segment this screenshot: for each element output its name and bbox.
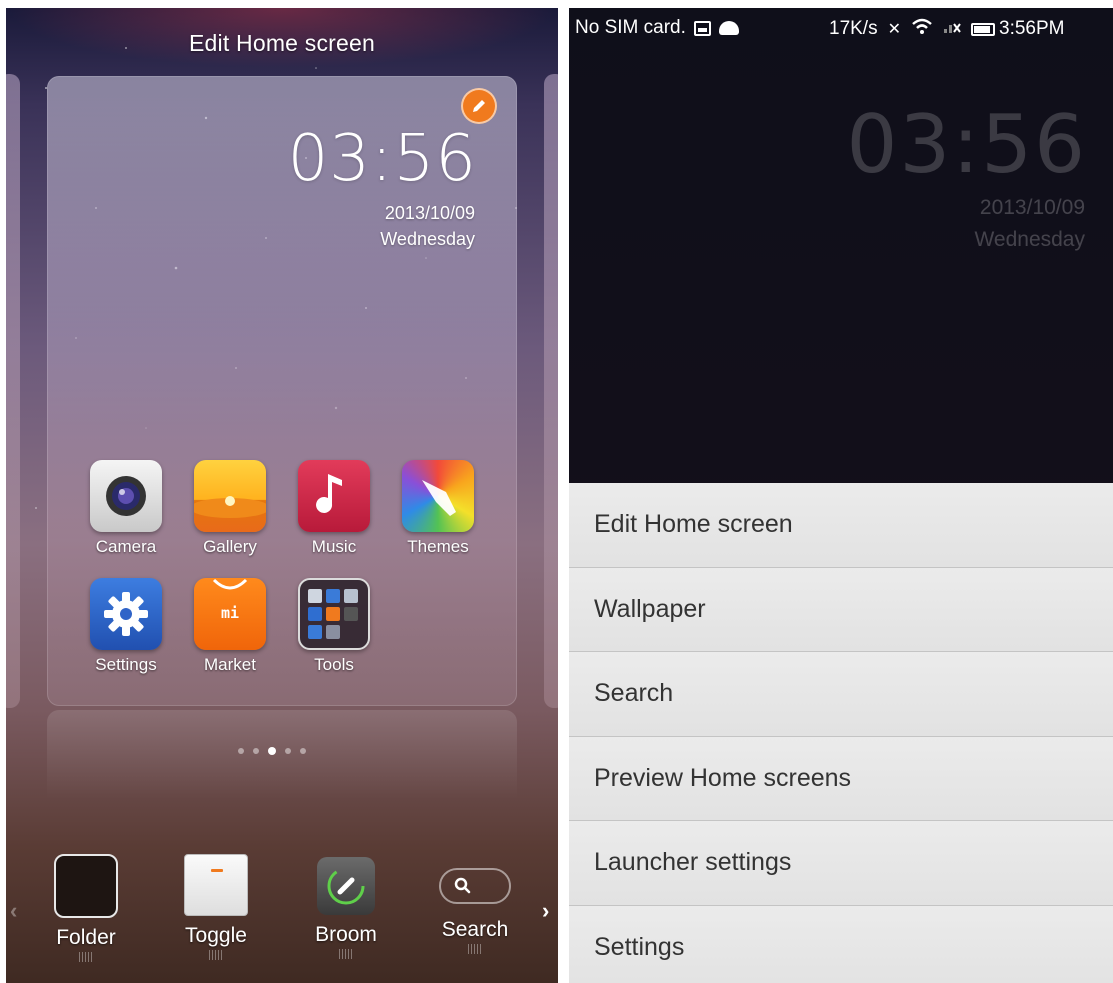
camera-icon (90, 460, 162, 532)
widget-label: Broom (315, 923, 377, 946)
chevron-left-icon[interactable]: ‹ (10, 898, 17, 924)
page-dot[interactable] (253, 748, 259, 754)
clock-widget-time: 03:56 (287, 122, 477, 196)
app-label: Market (204, 655, 256, 674)
status-bar: No SIM card. 17K/s ✕ 3:56PM (569, 8, 1113, 48)
drag-handle[interactable] (209, 950, 223, 960)
edit-home-screen-title: Edit Home screen (189, 30, 375, 56)
widget-broom[interactable]: Broom (291, 854, 401, 959)
menu-item-search[interactable]: Search (569, 652, 1113, 737)
clock-widget-date: 2013/10/09 Wednesday (974, 192, 1085, 256)
widget-label: Toggle (185, 924, 247, 947)
app-tools-folder[interactable]: Tools (292, 578, 376, 675)
page-indicator (238, 747, 306, 755)
options-menu: Edit Home screen Wallpaper Search Previe… (569, 483, 1113, 983)
next-screen-card[interactable] (544, 74, 558, 708)
app-label: Gallery (203, 537, 257, 556)
app-label: Tools (314, 655, 354, 674)
page-dot[interactable] (238, 748, 244, 754)
tools-folder-icon (298, 578, 370, 650)
app-label: Camera (95, 537, 157, 556)
status-time: 3:56PM (999, 18, 1065, 39)
toggle-widget-icon (184, 854, 248, 916)
app-gallery[interactable]: Gallery (188, 460, 272, 557)
home-menu-panel: No SIM card. 17K/s ✕ 3:56PM 03:56 2013/1… (569, 8, 1113, 983)
preview-reflection (47, 710, 517, 800)
weekday-text: Wednesday (380, 229, 475, 249)
android-notification-icon (718, 21, 739, 35)
signal-no-sim-icon (943, 18, 961, 40)
app-themes[interactable]: Themes (396, 460, 480, 557)
drag-handle[interactable] (79, 952, 93, 962)
widget-label: Search (441, 918, 509, 941)
app-camera[interactable]: Camera (84, 460, 168, 557)
page-dot-active[interactable] (268, 747, 276, 755)
app-label: Music (311, 537, 357, 556)
page-dot[interactable] (300, 748, 306, 754)
app-label: Themes (407, 537, 469, 556)
date-text: 2013/10/09 (384, 203, 475, 223)
network-speed-text: 17K/s (829, 18, 878, 39)
menu-item-preview-home-screens[interactable]: Preview Home screens (569, 736, 1113, 821)
app-market[interactable]: mi Market (188, 578, 272, 675)
drag-handle[interactable] (339, 949, 353, 959)
app-label: Settings (95, 655, 157, 674)
widget-search[interactable]: Search (420, 854, 530, 954)
page-dot[interactable] (285, 748, 291, 754)
chevron-right-icon[interactable]: › (542, 898, 549, 924)
wifi-icon (911, 17, 933, 41)
battery-icon (971, 22, 995, 36)
market-icon: mi (194, 578, 266, 650)
widget-folder[interactable]: Folder (31, 854, 141, 962)
music-icon (298, 460, 370, 532)
weekday-text: Wednesday (974, 228, 1085, 251)
edit-home-screen-panel: Edit Home screen 03:56 2013/10/09 Wednes… (6, 8, 558, 983)
clock-widget-time: 03:56 (846, 98, 1087, 191)
drag-handle[interactable] (468, 944, 482, 954)
edit-pencil-icon[interactable] (461, 88, 497, 124)
broom-widget-icon (317, 857, 375, 915)
themes-icon (402, 460, 474, 532)
folder-widget-icon (54, 854, 118, 918)
clock-widget-date: 2013/10/09 Wednesday (380, 200, 475, 252)
menu-item-edit-home-screen[interactable]: Edit Home screen (569, 483, 1113, 568)
settings-gear-icon (90, 578, 162, 650)
menu-item-launcher-settings[interactable]: Launcher settings (569, 821, 1113, 906)
app-music[interactable]: Music (292, 460, 376, 557)
carrier-text: No SIM card. (575, 17, 686, 38)
widget-toggle[interactable]: Toggle (161, 854, 271, 960)
mi-logo: mi (220, 604, 240, 622)
menu-item-settings[interactable]: Settings (569, 905, 1113, 983)
previous-screen-card[interactable] (6, 74, 20, 708)
date-text: 2013/10/09 (979, 196, 1085, 219)
menu-item-wallpaper[interactable]: Wallpaper (569, 567, 1113, 652)
widget-label: Folder (56, 926, 116, 949)
gallery-icon (194, 460, 266, 532)
search-widget-icon (439, 868, 511, 904)
screenshot-notification-icon (693, 20, 711, 36)
silent-mode-icon: ✕ (887, 21, 901, 38)
app-settings[interactable]: Settings (84, 578, 168, 675)
